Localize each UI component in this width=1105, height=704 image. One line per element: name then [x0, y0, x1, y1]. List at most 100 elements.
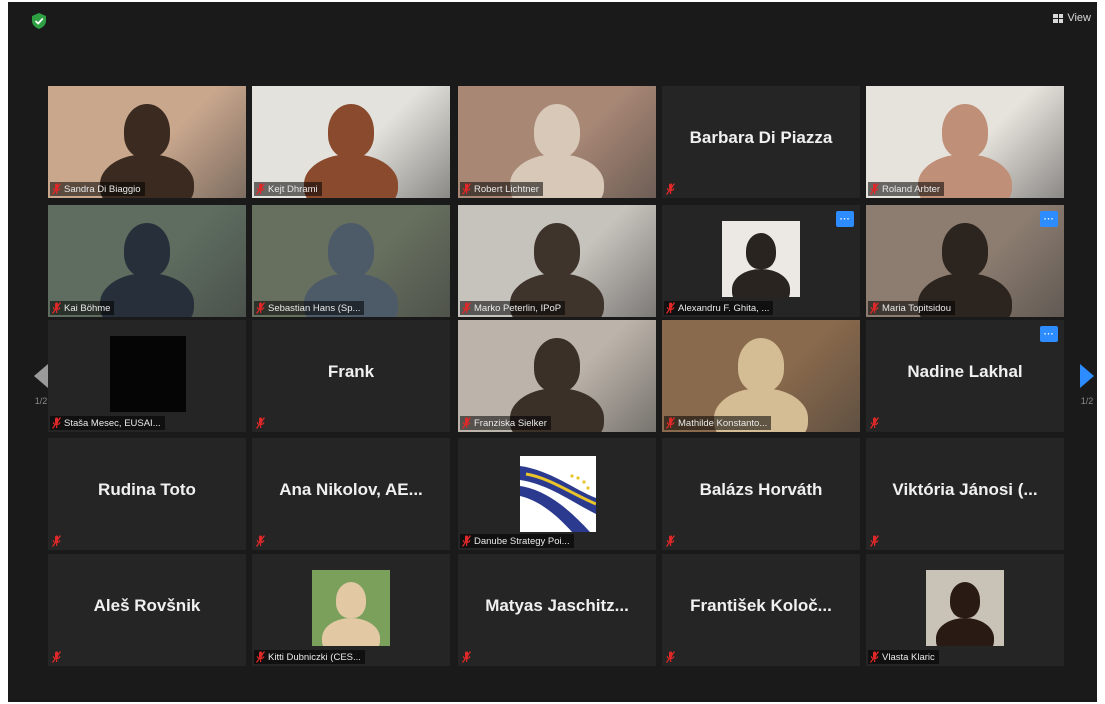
- participant-tile[interactable]: Mathilde Konstanto...: [662, 320, 860, 432]
- mic-muted-icon: [52, 417, 61, 429]
- participant-name: Kai Böhme: [64, 302, 111, 314]
- profile-picture: [110, 336, 186, 412]
- mic-muted-icon: [52, 535, 61, 547]
- participant-name: Kejt Dhrami: [268, 183, 318, 195]
- mic-muted-icon: [462, 417, 471, 429]
- participant-name-label: Franziska Sielker: [460, 416, 551, 430]
- profile-picture: [312, 570, 390, 646]
- mic-muted-icon: [52, 183, 61, 195]
- mic-muted-icon: [256, 183, 265, 195]
- participant-tile[interactable]: Balázs Horváth: [662, 438, 860, 550]
- participant-tile[interactable]: Danube Strategy Poi...: [458, 438, 656, 550]
- participant-name: Staša Mesec, EUSAI...: [64, 417, 161, 429]
- participant-silhouette: [942, 104, 988, 158]
- next-page-button[interactable]: 1/2: [1076, 362, 1098, 420]
- participant-name-label: Maria Topitsidou: [868, 301, 956, 315]
- profile-face: [950, 582, 980, 618]
- page-indicator-left: 1/2: [34, 396, 48, 406]
- profile-shoulders: [936, 618, 994, 646]
- participant-tile[interactable]: Aleš Rovšnik: [48, 554, 246, 666]
- participant-name-label: [664, 182, 679, 196]
- participant-name: Marko Peterlin, IPoP: [474, 302, 562, 314]
- mic-muted-icon: [666, 302, 675, 314]
- participant-display-name: Frank: [327, 362, 375, 381]
- participant-tile[interactable]: Matyas Jaschitz...: [458, 554, 656, 666]
- participant-tile[interactable]: Staša Mesec, EUSAI...: [48, 320, 246, 432]
- participant-silhouette: [942, 223, 988, 277]
- more-options-button[interactable]: ···: [836, 211, 854, 227]
- participant-tile[interactable]: Viktória Jánosi (...: [866, 438, 1064, 550]
- participant-display-name: Viktória Jánosi (...: [892, 480, 1038, 499]
- participant-name: Roland Arbter: [882, 183, 941, 195]
- participant-name: Vlasta Klaric: [882, 651, 935, 663]
- more-options-button[interactable]: ···: [1040, 211, 1058, 227]
- participant-name: Maria Topitsidou: [882, 302, 952, 314]
- participant-tile[interactable]: Kejt Dhrami: [252, 86, 450, 198]
- ellipsis-icon: ···: [839, 214, 851, 224]
- participant-name-label: [254, 416, 269, 430]
- participant-name-label: Alexandru F. Ghita, ...: [664, 301, 774, 315]
- meeting-window: View 1/2 1/2 Sandra Di Biaggio Kejt Dhram…: [8, 2, 1097, 702]
- participant-tile[interactable]: Frank: [252, 320, 450, 432]
- participant-name-label: [50, 534, 65, 548]
- participant-name: Robert Lichtner: [474, 183, 539, 195]
- participant-tile[interactable]: Roland Arbter: [866, 86, 1064, 198]
- mic-muted-icon: [256, 535, 265, 547]
- participant-display-name: Barbara Di Piazza: [689, 128, 833, 147]
- participant-tile[interactable]: Kitti Dubniczki (CES...: [252, 554, 450, 666]
- participant-tile[interactable]: Maria Topitsidou ···: [866, 205, 1064, 317]
- view-button[interactable]: View: [1053, 9, 1091, 27]
- participant-display-name: Ana Nikolov, AE...: [279, 480, 423, 499]
- profile-picture: [926, 570, 1004, 646]
- mic-muted-icon: [666, 535, 675, 547]
- profile-face: [336, 582, 366, 618]
- participant-tile[interactable]: Sandra Di Biaggio: [48, 86, 246, 198]
- participant-name-label: Kitti Dubniczki (CES...: [254, 650, 365, 664]
- organization-logo: [520, 456, 596, 532]
- mic-muted-icon: [256, 302, 265, 314]
- participant-name-label: Kejt Dhrami: [254, 182, 322, 196]
- participant-tile[interactable]: Marko Peterlin, IPoP: [458, 205, 656, 317]
- participant-silhouette: [534, 338, 580, 392]
- participant-tile[interactable]: Rudina Toto: [48, 438, 246, 550]
- participant-tile[interactable]: Franziska Sielker: [458, 320, 656, 432]
- participant-name: Kitti Dubniczki (CES...: [268, 651, 361, 663]
- participant-name: Sebastian Hans (Sp...: [268, 302, 361, 314]
- participant-name: Franziska Sielker: [474, 417, 547, 429]
- participant-name: Sandra Di Biaggio: [64, 183, 141, 195]
- grid-view-icon: [1053, 13, 1064, 23]
- participant-silhouette: [124, 104, 170, 158]
- participant-name-label: [664, 534, 679, 548]
- participant-name-label: [254, 534, 269, 548]
- participant-tile[interactable]: Alexandru F. Ghita, ... ···: [662, 205, 860, 317]
- chevron-left-icon: [34, 364, 48, 388]
- more-options-button[interactable]: ···: [1040, 326, 1058, 342]
- participant-tile[interactable]: Kai Böhme: [48, 205, 246, 317]
- view-label: View: [1067, 12, 1091, 24]
- participant-tile[interactable]: Robert Lichtner: [458, 86, 656, 198]
- mic-muted-icon: [870, 535, 879, 547]
- participant-name-label: [868, 534, 883, 548]
- danube-logo-icon: [520, 466, 596, 532]
- mic-muted-icon: [870, 183, 879, 195]
- shield-check-icon[interactable]: [32, 13, 46, 29]
- profile-picture: [722, 221, 800, 297]
- participant-tile[interactable]: Vlasta Klaric: [866, 554, 1064, 666]
- mic-muted-icon: [462, 183, 471, 195]
- participant-name-label: Danube Strategy Poi...: [460, 534, 574, 548]
- participant-tile[interactable]: Nadine Lakhal ···: [866, 320, 1064, 432]
- participant-tile[interactable]: Barbara Di Piazza: [662, 86, 860, 198]
- participant-silhouette: [534, 104, 580, 158]
- mic-muted-icon: [870, 417, 879, 429]
- participant-silhouette: [124, 223, 170, 277]
- mic-muted-icon: [52, 651, 61, 663]
- participant-name-label: Kai Böhme: [50, 301, 115, 315]
- participant-display-name: Rudina Toto: [98, 480, 196, 499]
- participant-display-name: Nadine Lakhal: [907, 362, 1023, 381]
- participant-tile[interactable]: František Koloč...: [662, 554, 860, 666]
- participant-tile[interactable]: Sebastian Hans (Sp...: [252, 205, 450, 317]
- participant-name-label: [664, 650, 679, 664]
- participant-tile[interactable]: Ana Nikolov, AE...: [252, 438, 450, 550]
- participant-name-label: Mathilde Konstanto...: [664, 416, 772, 430]
- mic-muted-icon: [256, 417, 265, 429]
